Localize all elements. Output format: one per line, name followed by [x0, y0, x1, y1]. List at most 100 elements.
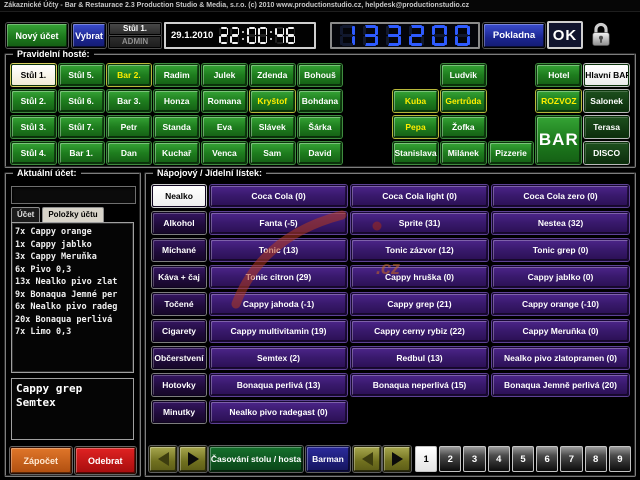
menu-item-cappy-hruska-0[interactable]: Cappy hruška (0) [351, 266, 488, 288]
account-name-input[interactable] [11, 186, 136, 204]
guest-button-bar-1[interactable]: Bar 1. [59, 142, 104, 164]
menu-item-cappy-cerny-rybiz-22[interactable]: Cappy cerny rybiz (22) [351, 320, 488, 342]
guest-button-bohdana[interactable]: Bohdana [298, 90, 343, 112]
guest-button-rozvoz[interactable]: ROZVOZ [536, 90, 581, 112]
account-item[interactable]: 20x Bonaqua perlivá [15, 314, 133, 327]
guest-button-pepa[interactable]: Pepa [393, 116, 438, 138]
account-item[interactable]: 1x Cappy jablko [15, 239, 133, 252]
tab-ucet[interactable]: Účet [11, 207, 40, 222]
menu-item-cappy-multivitamin-19[interactable]: Cappy multivitamin (19) [210, 320, 347, 342]
menu-item-redbul-13[interactable]: Redbul (13) [351, 347, 488, 369]
menu-item-coca-cola-light-0[interactable]: Coca Cola light (0) [351, 185, 488, 207]
guest-button-radim[interactable]: Radim [154, 64, 199, 86]
tab-polozky-uctu[interactable]: Položky účtu [42, 207, 103, 222]
menu-item-cappy-grep-21[interactable]: Cappy grep (21) [351, 293, 488, 315]
menu-item-coca-cola-zero-0[interactable]: Coca Cola zero (0) [492, 185, 629, 207]
category-tocene[interactable]: Točené [152, 293, 206, 315]
menu-item-cappy-orange-10[interactable]: Cappy orange (-10) [492, 293, 629, 315]
category-prev-button[interactable] [149, 446, 177, 472]
menu-item-nealko-pivo-zlatopramen-0[interactable]: Nealko pivo zlatopramen (0) [492, 347, 629, 369]
guest-button-gertruda[interactable]: Gertrůda [441, 90, 486, 112]
category-minutky[interactable]: Minutky [152, 401, 206, 423]
page-button-6[interactable]: 6 [536, 446, 558, 472]
menu-item-tonic-zazvor-12[interactable]: Tonic zázvor (12) [351, 239, 488, 261]
guest-button-sarka[interactable]: Šárka [298, 116, 343, 138]
guest-button-petr[interactable]: Petr [107, 116, 152, 138]
guest-button-eva[interactable]: Eva [202, 116, 247, 138]
menu-item-tonic-citron-29[interactable]: Tonic citron (29) [210, 266, 347, 288]
guest-button-bar-2[interactable]: Bar 2. [107, 64, 152, 86]
account-item[interactable]: 6x Pivo 0,3 [15, 264, 133, 277]
guest-button-julek[interactable]: Julek [202, 64, 247, 86]
page-prev-button[interactable] [353, 446, 381, 472]
page-button-3[interactable]: 3 [463, 446, 485, 472]
guest-button-stul-2[interactable]: Stůl 2. [11, 90, 56, 112]
category-alkohol[interactable]: Alkohol [152, 212, 206, 234]
menu-item-cappy-jahoda-1[interactable]: Cappy jahoda (-1) [210, 293, 347, 315]
guest-button-romana[interactable]: Romana [202, 90, 247, 112]
category-next-button[interactable] [179, 446, 207, 472]
guest-button-kuchar[interactable]: Kuchař [154, 142, 199, 164]
account-item[interactable]: 3x Cappy Meruňka [15, 251, 133, 264]
menu-item-bonaqua-neperliva-15[interactable]: Bonaqua neperlivá (15) [351, 374, 488, 396]
category-obcerstveni[interactable]: Občerstvení [152, 347, 206, 369]
account-item[interactable]: 7x Cappy orange [15, 226, 133, 239]
menu-item-cappy-jablko-0[interactable]: Cappy jablko (0) [492, 266, 629, 288]
guest-button-hlavni-bar[interactable]: Hlavní BAR [584, 64, 629, 86]
account-item[interactable]: 6x Nealko pivo radeg [15, 301, 133, 314]
remove-button[interactable]: Odebrat [75, 447, 137, 474]
menu-item-tonic-13[interactable]: Tonic (13) [210, 239, 347, 261]
guest-button-honza[interactable]: Honza [154, 90, 199, 112]
guest-button-bar-3[interactable]: Bar 3. [107, 90, 152, 112]
guest-button-kuba[interactable]: Kuba [393, 90, 438, 112]
guest-button-stanislava[interactable]: Stanislava [393, 142, 438, 164]
guest-button-stul-1[interactable]: Stůl 1. [11, 64, 56, 86]
page-next-button[interactable] [383, 446, 411, 472]
guest-button-milanek[interactable]: Milánek [441, 142, 486, 164]
guest-button-sam[interactable]: Sam [250, 142, 295, 164]
select-button[interactable]: Vybrat [72, 23, 106, 48]
padlock-icon[interactable] [588, 20, 614, 49]
menu-item-bonaqua-perliva-13[interactable]: Bonaqua perlivá (13) [210, 374, 347, 396]
menu-item-nealko-pivo-radegast-0[interactable]: Nealko pivo radegast (0) [210, 401, 347, 423]
guest-button-stul-5[interactable]: Stůl 5. [59, 64, 104, 86]
guest-button-standa[interactable]: Standa [154, 116, 199, 138]
guest-button-slavek[interactable]: Slávek [250, 116, 295, 138]
category-kava-caj[interactable]: Káva + čaj [152, 266, 206, 288]
guest-button-hotel[interactable]: Hotel [536, 64, 581, 86]
page-button-2[interactable]: 2 [439, 446, 461, 472]
account-item[interactable]: 13x Nealko pivo zlat [15, 276, 133, 289]
page-button-7[interactable]: 7 [560, 446, 582, 472]
menu-item-sprite-31[interactable]: Sprite (31) [351, 212, 488, 234]
account-items-list[interactable]: 7x Cappy orange1x Cappy jablko3x Cappy M… [11, 222, 134, 373]
guest-button-venca[interactable]: Venca [202, 142, 247, 164]
settle-button[interactable]: Zápočet [10, 447, 72, 474]
category-nealko[interactable]: Nealko [152, 185, 206, 207]
guest-button-stul-4[interactable]: Stůl 4. [11, 142, 56, 164]
guest-button-pizzerie[interactable]: Pizzerie [489, 142, 534, 164]
guest-button-stul-7[interactable]: Stůl 7. [59, 116, 104, 138]
guest-button-disco[interactable]: DISCO [584, 142, 629, 164]
menu-item-tonic-grep-0[interactable]: Tonic grep (0) [492, 239, 629, 261]
menu-item-nestea-32[interactable]: Nestea (32) [492, 212, 629, 234]
guest-button-terasa[interactable]: Terasa [584, 116, 629, 138]
category-hotovky[interactable]: Hotovky [152, 374, 206, 396]
cash-register-button[interactable]: Pokladna [483, 23, 545, 48]
category-cigarety[interactable]: Cigarety [152, 320, 206, 342]
page-button-5[interactable]: 5 [512, 446, 534, 472]
page-button-4[interactable]: 4 [488, 446, 510, 472]
guest-button-krystof[interactable]: Kryštof [250, 90, 295, 112]
account-item[interactable]: 7x Limo 0,3 [15, 326, 133, 339]
guest-button-stul-6[interactable]: Stůl 6. [59, 90, 104, 112]
guest-button-bar[interactable]: BAR [536, 116, 581, 164]
table-timing-button[interactable]: Časování stolu / hosta [209, 446, 303, 472]
menu-item-bonaqua-jemne-perliva-20[interactable]: Bonaqua Jemně perlivá (20) [492, 374, 629, 396]
current-table-button[interactable]: Stůl 1. [109, 23, 161, 35]
guest-button-zdenda[interactable]: Zdenda [250, 64, 295, 86]
page-button-8[interactable]: 8 [585, 446, 607, 472]
menu-item-coca-cola-0[interactable]: Coca Cola (0) [210, 185, 347, 207]
category-michane[interactable]: Míchané [152, 239, 206, 261]
guest-button-stul-3[interactable]: Stůl 3. [11, 116, 56, 138]
menu-item-semtex-2[interactable]: Semtex (2) [210, 347, 347, 369]
guest-button-salonek[interactable]: Salonek [584, 90, 629, 112]
